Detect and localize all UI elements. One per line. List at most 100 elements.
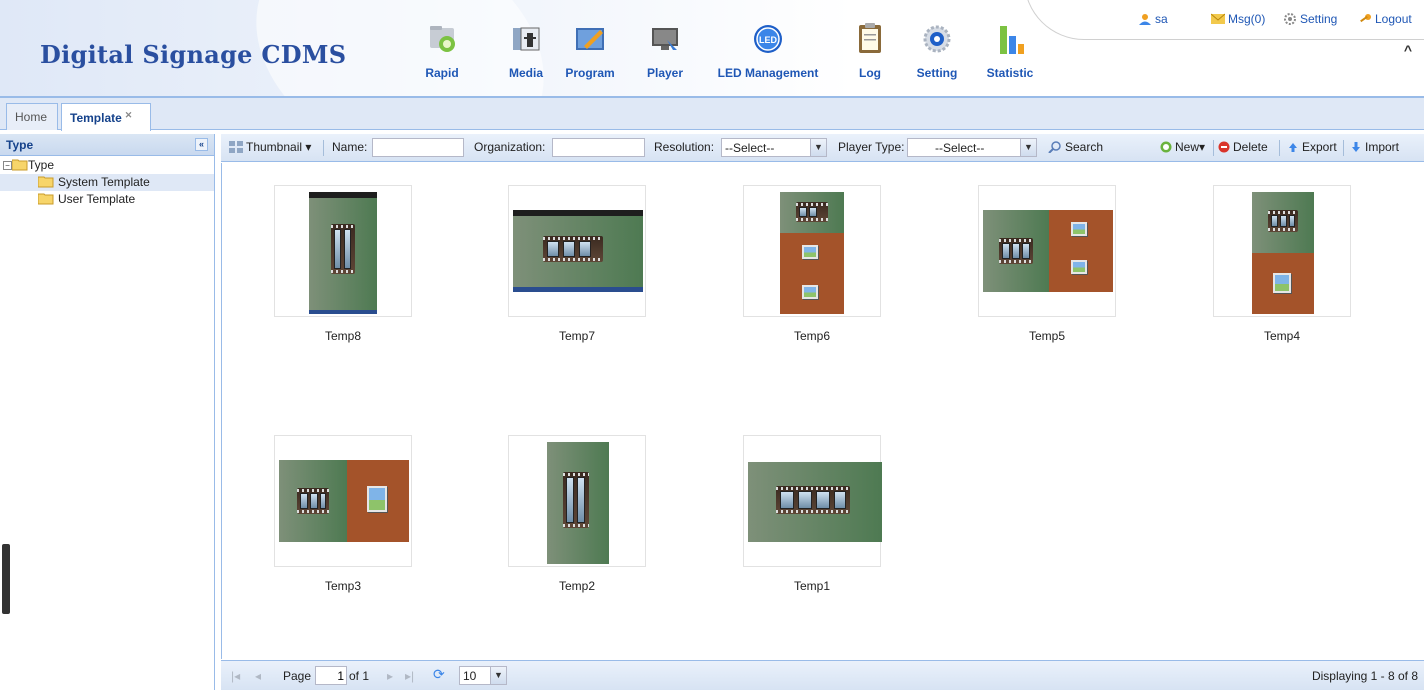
template-name: Temp7	[558, 329, 596, 343]
template-card-temp3[interactable]	[274, 435, 412, 567]
side-dock-handle[interactable]	[2, 544, 10, 614]
refresh-icon[interactable]: ⟳	[433, 666, 445, 683]
logout-link[interactable]: Logout	[1358, 12, 1412, 26]
last-page-icon[interactable]: ▸|	[405, 669, 414, 683]
chevron-down-icon: ▾	[305, 140, 312, 154]
toolbar-separator	[1213, 140, 1214, 156]
template-card-temp7[interactable]	[508, 185, 646, 317]
module-media[interactable]: Media	[498, 20, 554, 80]
app-root: Digital Signage CDMS Rapid Media Program…	[0, 0, 1424, 690]
film-strip-graphic	[331, 224, 355, 274]
module-led-management[interactable]: LED LED Management	[708, 20, 828, 80]
setting-link[interactable]: Setting	[1283, 12, 1337, 26]
module-label: Player	[646, 66, 684, 80]
module-log[interactable]: Log	[850, 20, 890, 80]
paging-toolbar: |◂ ◂ Page of 1 ▸ ▸| ⟳ 10 ▼ Displaying 1 …	[221, 660, 1424, 690]
add-icon	[1160, 141, 1172, 153]
template-card-temp1[interactable]	[743, 435, 882, 567]
app-title: Digital Signage CDMS	[40, 40, 347, 69]
player-type-select[interactable]: --Select-- ▼	[907, 138, 1037, 157]
preview-header-bar	[513, 210, 643, 216]
organization-label: Organization:	[474, 140, 546, 154]
module-program[interactable]: Program	[560, 20, 620, 80]
import-icon	[1352, 142, 1360, 152]
statistic-icon	[1000, 26, 1024, 54]
module-label: Program	[565, 66, 615, 80]
template-card-temp4[interactable]	[1213, 185, 1351, 317]
messages-label: Msg(0)	[1228, 12, 1266, 26]
import-button[interactable]: Import	[1350, 140, 1399, 154]
template-preview	[780, 192, 844, 314]
rapid-icon	[430, 26, 455, 52]
template-card-temp2[interactable]	[508, 435, 646, 567]
svg-text:LED: LED	[759, 35, 778, 45]
header-collapse-button[interactable]: ^	[1400, 42, 1416, 58]
tree-collapse-icon[interactable]: −	[3, 161, 12, 170]
resolution-select[interactable]: --Select-- ▼	[721, 138, 827, 157]
film-strip-graphic	[543, 236, 603, 262]
export-label: Export	[1302, 140, 1337, 154]
tree-node-user-template[interactable]: User Template	[0, 191, 214, 208]
image-icon	[1273, 273, 1291, 293]
display-info: Displaying 1 - 8 of 8	[1311, 669, 1418, 683]
template-card-temp8[interactable]	[274, 185, 412, 317]
close-icon[interactable]: ✕	[125, 110, 133, 121]
film-strip-graphic	[297, 488, 329, 514]
user-link[interactable]: sa	[1138, 12, 1168, 26]
module-player[interactable]: Player	[642, 20, 688, 80]
toolbar-separator	[1279, 140, 1280, 156]
tab-home[interactable]: Home	[6, 103, 58, 130]
page-number-input[interactable]	[315, 666, 347, 685]
organization-input[interactable]	[552, 138, 645, 157]
tree-node-label: System Template	[58, 175, 150, 189]
tab-label: Home	[15, 110, 48, 124]
thumbnail-icon	[229, 141, 243, 153]
media-icon	[513, 27, 540, 51]
film-strip-graphic	[1268, 210, 1298, 232]
next-page-icon[interactable]: ▸	[387, 669, 393, 683]
folder-icon	[38, 176, 54, 188]
name-input[interactable]	[372, 138, 464, 157]
preview-region-left	[983, 210, 1049, 292]
chevron-down-icon: ▾	[1199, 140, 1206, 154]
template-card-temp5[interactable]	[978, 185, 1116, 317]
new-button[interactable]: New▾	[1160, 140, 1205, 154]
page-size-select[interactable]: 10 ▼	[459, 666, 507, 685]
preview-region-bottom	[1252, 253, 1314, 314]
page-size-value: 10	[463, 669, 477, 683]
template-name: Temp1	[793, 579, 831, 593]
collapse-panel-button[interactable]: «	[195, 138, 208, 151]
prev-page-icon[interactable]: ◂	[255, 669, 261, 683]
page-label: Page	[283, 669, 312, 683]
logout-label: Logout	[1375, 12, 1412, 26]
toolbar-separator	[1343, 140, 1344, 156]
first-page-icon[interactable]: |◂	[231, 669, 240, 683]
tree-node-system-template[interactable]: System Template	[0, 174, 214, 191]
template-preview	[513, 210, 643, 292]
image-icon	[1071, 222, 1087, 236]
search-button[interactable]: Search	[1048, 140, 1103, 154]
module-rapid[interactable]: Rapid	[414, 20, 470, 80]
module-setting[interactable]: Setting	[912, 20, 962, 80]
preview-region-right	[347, 460, 409, 542]
messages-link[interactable]: Msg(0)	[1211, 12, 1265, 26]
template-name: Temp5	[1028, 329, 1066, 343]
search-label: Search	[1065, 140, 1104, 154]
module-label: Rapid	[425, 66, 459, 80]
view-mode-button[interactable]: Thumbnail ▾	[229, 140, 311, 154]
resolution-label: Resolution:	[654, 140, 715, 154]
template-card-temp6[interactable]	[743, 185, 881, 317]
tree-node-type[interactable]: − Type	[0, 157, 214, 174]
log-icon	[859, 23, 881, 53]
folder-icon	[38, 193, 54, 205]
template-name: Temp4	[1263, 329, 1301, 343]
app-header: Digital Signage CDMS Rapid Media Program…	[0, 0, 1424, 98]
setting-label: Setting	[1300, 12, 1338, 26]
template-name: Temp2	[558, 579, 596, 593]
export-button[interactable]: Export	[1287, 140, 1337, 154]
tab-template[interactable]: Template ✕	[61, 103, 151, 131]
template-grid: Temp8 Temp7 Temp6 Temp5 Temp4 Temp3 Temp…	[221, 163, 1424, 659]
type-panel: Type « − Type System Template User Templ…	[0, 134, 215, 690]
delete-icon	[1218, 141, 1230, 153]
delete-button[interactable]: Delete	[1218, 140, 1268, 154]
